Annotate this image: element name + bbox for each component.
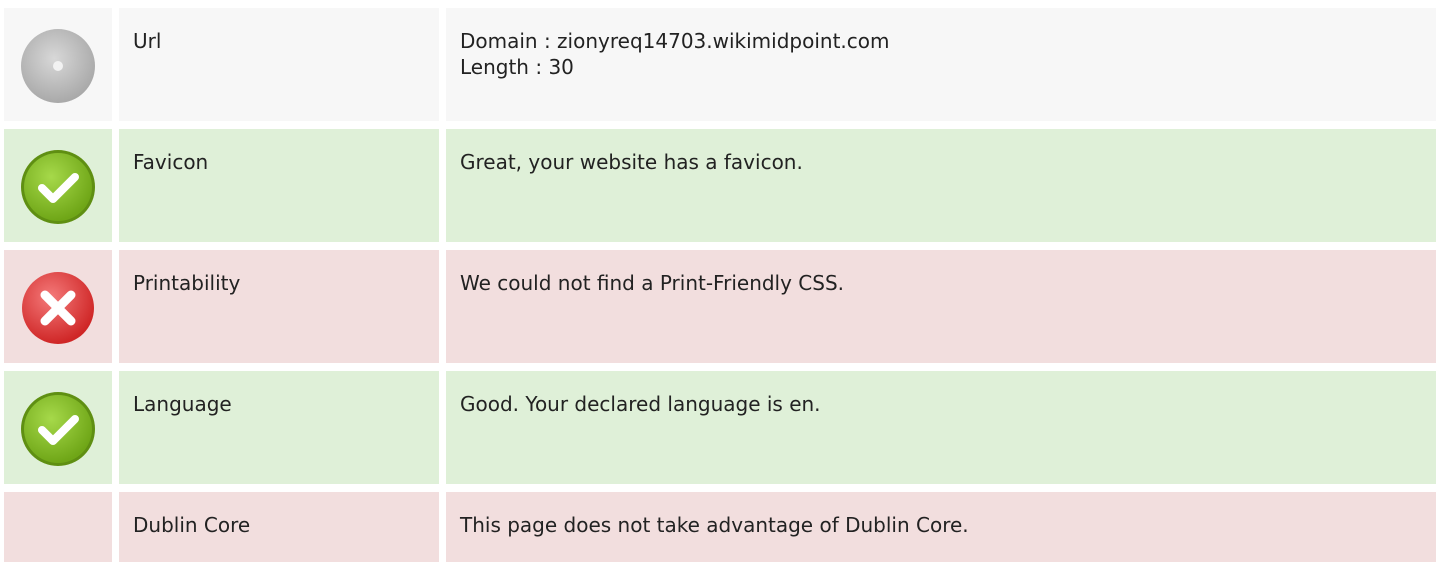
row-label: Printability: [133, 271, 241, 295]
error-x-circle-icon: [18, 268, 98, 348]
row-label-cell: Url: [119, 8, 439, 121]
gray-disc-icon: [18, 26, 98, 106]
row-value-cell: Good. Your declared language is en.: [446, 371, 1436, 484]
check-circle-icon: [18, 389, 98, 469]
row-label-cell: Favicon: [119, 129, 439, 242]
row-label: Favicon: [133, 150, 209, 174]
result-row-dublin-core: Dublin Core This page does not take adva…: [0, 492, 1448, 562]
row-label: Dublin Core: [133, 513, 251, 537]
row-label: Language: [133, 392, 232, 416]
row-label-cell: Language: [119, 371, 439, 484]
status-cell: [4, 250, 112, 363]
status-cell: [4, 371, 112, 484]
status-cell: [4, 492, 112, 562]
length-text: Length : 30: [460, 55, 574, 79]
check-circle-icon: [18, 147, 98, 227]
row-value-cell: We could not find a Print-Friendly CSS.: [446, 250, 1436, 363]
result-row-url: Url Domain : zionyreq14703.wikimidpoint.…: [0, 8, 1448, 121]
result-message: We could not find a Print-Friendly CSS.: [460, 271, 845, 295]
result-row-favicon: Favicon Great, your website has a favico…: [0, 129, 1448, 242]
row-label: Url: [133, 29, 162, 53]
row-label-cell: Dublin Core: [119, 492, 439, 562]
row-value-cell: Domain : zionyreq14703.wikimidpoint.com …: [446, 8, 1436, 121]
row-label-cell: Printability: [119, 250, 439, 363]
result-message: Great, your website has a favicon.: [460, 150, 803, 174]
domain-text: Domain : zionyreq14703.wikimidpoint.com: [460, 29, 890, 53]
result-message: This page does not take advantage of Dub…: [460, 513, 969, 537]
status-cell: [4, 129, 112, 242]
result-row-printability: Printability We could not find a Print-F…: [0, 250, 1448, 363]
result-row-language: Language Good. Your declared language is…: [0, 371, 1448, 484]
result-message: Good. Your declared language is en.: [460, 392, 821, 416]
status-cell: [4, 8, 112, 121]
row-value-cell: This page does not take advantage of Dub…: [446, 492, 1436, 562]
row-value-cell: Great, your website has a favicon.: [446, 129, 1436, 242]
